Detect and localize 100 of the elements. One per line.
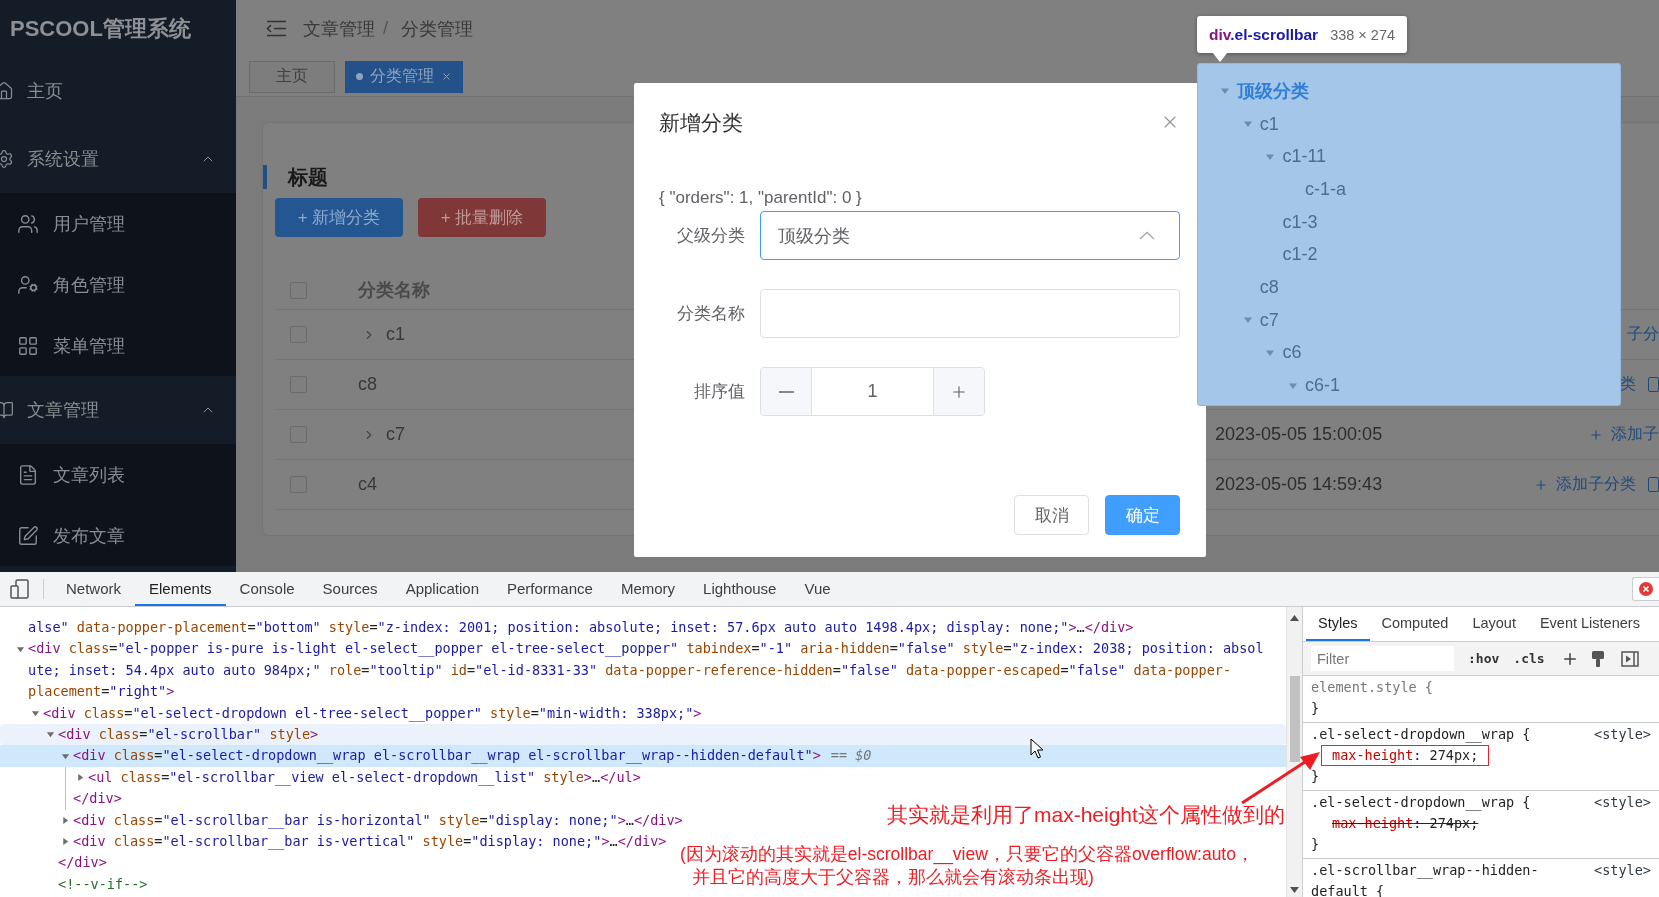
toggle-link[interactable]: :hov bbox=[1468, 651, 1500, 666]
scroll-up-icon[interactable] bbox=[1290, 615, 1299, 621]
batch-delete-button[interactable]: + 批量删除 bbox=[418, 198, 546, 237]
tree-node[interactable]: c1-2 bbox=[1198, 238, 1620, 272]
parent-select[interactable]: 顶级分类 bbox=[759, 211, 1180, 260]
devtools-tab[interactable]: Lighthouse bbox=[689, 572, 791, 606]
scroll-down-icon[interactable] bbox=[1290, 887, 1299, 893]
tree-label: c7 bbox=[1259, 309, 1279, 331]
scrollbar-thumb[interactable] bbox=[1290, 676, 1300, 762]
status-dot bbox=[356, 73, 363, 80]
submenu-item[interactable]: 菜单管理 bbox=[0, 315, 236, 376]
style-source-link[interactable]: <style> bbox=[1594, 860, 1651, 881]
triangle-icon[interactable] bbox=[61, 815, 70, 825]
code-line: <div class="el-select-dropdown el-tree-select__popper" style="min-width: 338px;"> bbox=[43, 703, 702, 724]
tree-label: c6 bbox=[1282, 342, 1302, 364]
devtools-tab[interactable]: Elements bbox=[135, 572, 226, 606]
breadcrumb-separator: / bbox=[383, 18, 388, 39]
tree-node[interactable]: c6 bbox=[1198, 336, 1620, 370]
plus-icon bbox=[1534, 477, 1548, 492]
app-logo: PSCOOL管理系统 bbox=[9, 14, 192, 43]
tree-node[interactable]: c7 bbox=[1198, 303, 1620, 337]
field-label: 分类名称 bbox=[675, 303, 745, 325]
tree-label: c1-11 bbox=[1282, 146, 1327, 168]
style-source-link[interactable]: <style> bbox=[1594, 792, 1651, 813]
style-source-link[interactable]: <style> bbox=[1594, 724, 1651, 745]
field-label: 父级分类 bbox=[675, 225, 745, 247]
breadcrumb-item[interactable]: 分类管理 bbox=[401, 16, 473, 41]
table-cell: c4 bbox=[358, 474, 377, 495]
menu-item[interactable]: 系统设置 bbox=[0, 125, 236, 193]
triangle-icon[interactable] bbox=[61, 751, 70, 761]
tree-label: c1 bbox=[1259, 113, 1279, 135]
code-line: <div class="el-popper is-pure is-light el-select__popper el-tree-select__popper" tabindex="-1" aria-hidden="false" style="z-index: 2038; position: absol bbox=[28, 639, 1264, 659]
menu-item[interactable]: 文章管理 bbox=[0, 376, 236, 444]
users-icon bbox=[17, 212, 39, 235]
minus-icon bbox=[778, 390, 794, 393]
submenu-item[interactable]: 用户管理 bbox=[0, 193, 236, 254]
styles-tab[interactable]: Layout bbox=[1460, 607, 1528, 641]
menu-item[interactable]: 主页 bbox=[0, 57, 236, 125]
cancel-button[interactable]: 取消 bbox=[1014, 495, 1089, 535]
css-selector: element.style { bbox=[1311, 678, 1433, 697]
code-line: <ul class="el-scrollbar__view el-select-dropdown__list" style>…</ul> bbox=[88, 767, 641, 788]
input-field[interactable] bbox=[759, 289, 1180, 338]
close-icon[interactable] bbox=[441, 71, 452, 82]
triangle-icon[interactable] bbox=[31, 708, 40, 718]
tree-node[interactable]: c6-1 bbox=[1198, 369, 1620, 402]
tree-label: c8 bbox=[1259, 276, 1279, 298]
grid-icon bbox=[17, 334, 39, 357]
element-size: 338 × 274 bbox=[1330, 26, 1396, 43]
devtools-tab[interactable]: Application bbox=[391, 572, 493, 606]
breadcrumb-item[interactable]: 文章管理 bbox=[303, 16, 375, 41]
annotation-note: 并且它的高度大于父容器，那么就会有滚动条出现) bbox=[692, 866, 1094, 889]
submenu-item[interactable]: 文章列表 bbox=[0, 444, 236, 505]
tree-node[interactable]: c8 bbox=[1198, 271, 1620, 304]
devtools-tab[interactable]: Vue bbox=[790, 572, 845, 606]
closing-brace: } bbox=[1311, 835, 1320, 852]
css-selector: .el-select-dropdown__wrap { bbox=[1311, 793, 1531, 813]
code-line: <div class="el-scrollbar" style> bbox=[58, 725, 319, 745]
triangle-icon[interactable] bbox=[61, 837, 70, 847]
triangle-icon[interactable] bbox=[76, 773, 85, 783]
devtools-tab[interactable]: Network bbox=[52, 572, 135, 606]
edit-icon[interactable] bbox=[1648, 377, 1659, 392]
page-tab[interactable]: 分类管理 bbox=[345, 60, 463, 93]
hovered-node-row[interactable]: <div class="el-scrollbar" style> bbox=[0, 724, 1286, 746]
annotation-headline: 其实就是利用了max-height这个属性做到的 bbox=[887, 802, 1285, 828]
filter-field[interactable]: Filter bbox=[1311, 646, 1454, 671]
closing-brace: } bbox=[1311, 699, 1320, 716]
sidebar-toggle-icon[interactable] bbox=[1620, 650, 1639, 667]
add-button[interactable]: + 新增分类 bbox=[275, 198, 403, 237]
devtools-tab[interactable]: Memory bbox=[606, 572, 690, 606]
styles-tab[interactable]: Computed bbox=[1369, 607, 1461, 641]
tree-label: c1-2 bbox=[1282, 244, 1318, 266]
selected-node-row[interactable]: <div class="el-select-dropdown__wrap el-scrollbar__wrap el-scrollbar__wrap--hidden-default"> == $0 bbox=[0, 745, 1286, 767]
triangle-icon[interactable] bbox=[46, 730, 55, 740]
toggle-link[interactable]: .cls bbox=[1513, 651, 1545, 666]
code-line: ute; inset: 54.4px auto auto 984px;" role="tooltip" id="el-id-8331-33" data-popper-reference-hidden="false" data-popper-escaped="false" data-popper- bbox=[28, 660, 1232, 680]
paint-roller-icon[interactable] bbox=[1590, 649, 1605, 668]
scrollbar[interactable] bbox=[1286, 607, 1302, 897]
devtools-tab[interactable]: Console bbox=[225, 572, 309, 606]
selected-marker: == $0 bbox=[830, 746, 872, 766]
device-toggle-icon[interactable] bbox=[10, 578, 30, 600]
styles-tab[interactable]: Event Listeners bbox=[1527, 607, 1652, 641]
triangle-icon[interactable] bbox=[16, 644, 25, 654]
book-icon bbox=[0, 400, 14, 420]
submenu-item[interactable]: 发布文章 bbox=[0, 505, 236, 566]
error-badge[interactable] bbox=[1632, 577, 1659, 601]
tree-node[interactable]: c1-3 bbox=[1198, 205, 1620, 239]
tree-node[interactable]: c1 bbox=[1198, 107, 1620, 141]
menu-icon[interactable] bbox=[266, 20, 287, 37]
edit-icon[interactable] bbox=[1648, 477, 1659, 492]
plus-icon bbox=[1589, 427, 1603, 442]
code-line: alse" data-popper-placement="bottom" style="z-index: 2001; position: absolute; inset: 57.6px auto auto 1498.4px; display: none;">…</div> bbox=[28, 618, 1134, 637]
pen-square-icon bbox=[17, 524, 39, 547]
css-selector: .el-select-dropdown__wrap { bbox=[1311, 725, 1531, 745]
devtools-tab[interactable]: Performance bbox=[493, 572, 607, 606]
submenu-item[interactable]: 角色管理 bbox=[0, 254, 236, 315]
debug-text: { "orders": 1, "parentId": 0 } bbox=[659, 188, 863, 208]
annotation-note: (因为滚动的其实就是el-scrollbar__view，只要它的父容器overflow:auto， bbox=[680, 843, 1254, 866]
devtools-tab[interactable]: Sources bbox=[308, 572, 392, 606]
code-line: <div class="el-scrollbar__bar is-horizontal" style="display: none;">…</div> bbox=[73, 810, 683, 831]
table-cell: 2023-05-05 14:59:43 bbox=[1215, 474, 1383, 494]
